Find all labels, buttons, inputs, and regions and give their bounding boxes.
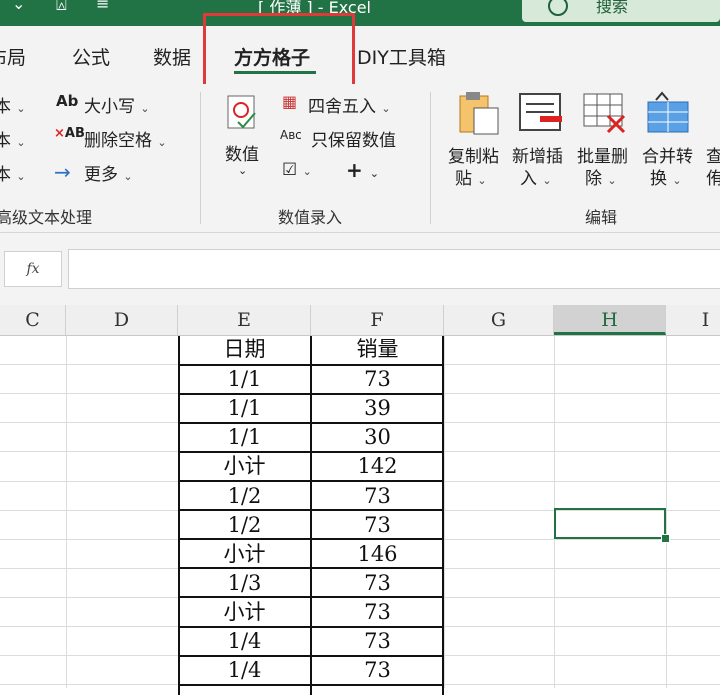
- insert-function-button[interactable]: fx: [4, 251, 62, 287]
- date-cell[interactable]: 1/1: [178, 422, 311, 451]
- ribbon: 本 ⌄ 本 ⌄ 本 ⌄ Ab 大小写 ⌄ ×AB 删除空格 ⌄ → 更多 ⌄ 高…: [0, 84, 720, 233]
- value-icon: [226, 92, 260, 132]
- sales-cell[interactable]: 73: [311, 481, 444, 510]
- title-bar: ⌄ ⍓ ≡ [ 作薄 ] - Excel 搜索: [0, 0, 720, 26]
- column-header-c[interactable]: C: [0, 305, 66, 335]
- sales-cell[interactable]: 39: [311, 393, 444, 422]
- header-cell-date[interactable]: 日期: [178, 334, 311, 363]
- copy-paste-button-line2[interactable]: 贴 ⌄: [455, 164, 487, 189]
- merge-button-line2[interactable]: 换 ⌄: [650, 164, 682, 189]
- column-header-d[interactable]: D: [66, 305, 178, 335]
- merge-icon: [646, 90, 692, 136]
- text-tool-1-button[interactable]: 本 ⌄: [0, 92, 26, 117]
- insert-button-line2[interactable]: 入 ⌄: [520, 164, 552, 189]
- sales-cell[interactable]: 73: [311, 655, 444, 684]
- tab-formulas[interactable]: 公式: [72, 43, 110, 70]
- date-cell[interactable]: 1/2: [178, 510, 311, 539]
- formula-input[interactable]: [68, 249, 720, 289]
- sales-cell[interactable]: 30: [311, 422, 444, 451]
- header-cell-sales[interactable]: 销量: [311, 334, 444, 363]
- remove-spaces-button[interactable]: 删除空格 ⌄: [84, 126, 167, 151]
- text-group-label: 高级文本处理: [0, 208, 93, 227]
- sales-cell[interactable]: 146: [311, 539, 444, 568]
- column-gridline: [444, 336, 445, 688]
- value-button[interactable]: 数值: [225, 140, 259, 165]
- column-header-e[interactable]: E: [178, 305, 311, 335]
- search-icon: [548, 0, 568, 16]
- column-header-i[interactable]: I: [666, 305, 720, 335]
- column-header-f[interactable]: F: [311, 305, 444, 335]
- date-cell[interactable]: 1/4: [178, 626, 311, 655]
- batch-delete-button-line2[interactable]: 除 ⌄: [585, 164, 617, 189]
- keep-values-icon: Aʙᴄ: [280, 128, 302, 142]
- date-cell[interactable]: 小计: [178, 597, 311, 626]
- column-headers: C D E F G H I: [0, 305, 720, 336]
- worksheet-grid[interactable]: 日期 销量 1/1 73 1/1 39 1/1 30 小计 142 1/2 73 1/2 73 小计 146 1…: [0, 334, 720, 695]
- value-dropdown-caret[interactable]: ⌄: [238, 164, 247, 177]
- column-header-h[interactable]: H: [554, 305, 666, 335]
- column-header-g[interactable]: G: [444, 305, 554, 335]
- edit-group-label: 编辑: [585, 208, 618, 227]
- round-icon: ▦: [282, 92, 298, 111]
- keep-values-button[interactable]: 只保留数值: [311, 126, 396, 151]
- sales-cell[interactable]: 73: [311, 510, 444, 539]
- touch-mode-icon[interactable]: ⍓: [56, 0, 67, 15]
- round-button[interactable]: 四舍五入 ⌄: [308, 92, 391, 117]
- formula-bar: fx: [0, 233, 720, 305]
- sales-cell[interactable]: 73: [311, 597, 444, 626]
- next-tool-button-line2[interactable]: 侑: [706, 164, 720, 189]
- sales-cell[interactable]: 73: [311, 364, 444, 393]
- text-tool-3-button[interactable]: 本 ⌄: [0, 160, 26, 185]
- case-icon: Ab: [56, 92, 79, 110]
- more-button[interactable]: 更多 ⌄: [84, 160, 133, 185]
- tab-data[interactable]: 数据: [153, 43, 191, 70]
- column-gridline: [66, 336, 67, 688]
- copy-paste-icon: [458, 90, 502, 136]
- date-cell[interactable]: 小计: [178, 451, 311, 480]
- case-button[interactable]: 大小写 ⌄: [84, 92, 150, 117]
- customize-toolbar-icon[interactable]: ≡: [96, 0, 109, 13]
- search-label: 搜索: [596, 0, 629, 16]
- date-cell[interactable]: 小计: [178, 539, 311, 568]
- fill-handle[interactable]: [661, 534, 670, 543]
- remove-spaces-icon: ×AB: [54, 126, 85, 141]
- date-cell[interactable]: 1/2: [178, 481, 311, 510]
- column-gridline: [666, 336, 667, 688]
- sales-cell[interactable]: 142: [311, 451, 444, 480]
- dropdown-arrow-icon[interactable]: ⌄: [12, 0, 25, 13]
- arrow-right-icon: →: [54, 160, 71, 184]
- plus-icon[interactable]: + ⌄: [346, 158, 379, 182]
- text-tool-2-button[interactable]: 本 ⌄: [0, 126, 26, 151]
- search-box[interactable]: 搜索: [522, 0, 720, 22]
- active-cell[interactable]: [554, 508, 666, 539]
- date-cell[interactable]: 1/1: [178, 364, 311, 393]
- group-separator: [200, 92, 201, 224]
- ribbon-tabs: 布局 公式 数据 方方格子 DIY工具箱: [0, 26, 720, 84]
- sales-cell[interactable]: 73: [311, 626, 444, 655]
- tab-layout[interactable]: 布局: [0, 43, 26, 70]
- batch-delete-icon: [582, 92, 630, 136]
- date-cell[interactable]: 1/3: [178, 568, 311, 597]
- value-group-label: 数值录入: [278, 208, 343, 227]
- date-cell[interactable]: 1/1: [178, 393, 311, 422]
- tab-diy-toolbox[interactable]: DIY工具箱: [357, 43, 446, 70]
- group-separator: [430, 92, 431, 224]
- insert-icon: [518, 92, 564, 134]
- edit-checkbox-icon[interactable]: ☑ ⌄: [282, 160, 312, 180]
- sales-cell[interactable]: 73: [311, 568, 444, 597]
- date-cell[interactable]: 1/4: [178, 655, 311, 684]
